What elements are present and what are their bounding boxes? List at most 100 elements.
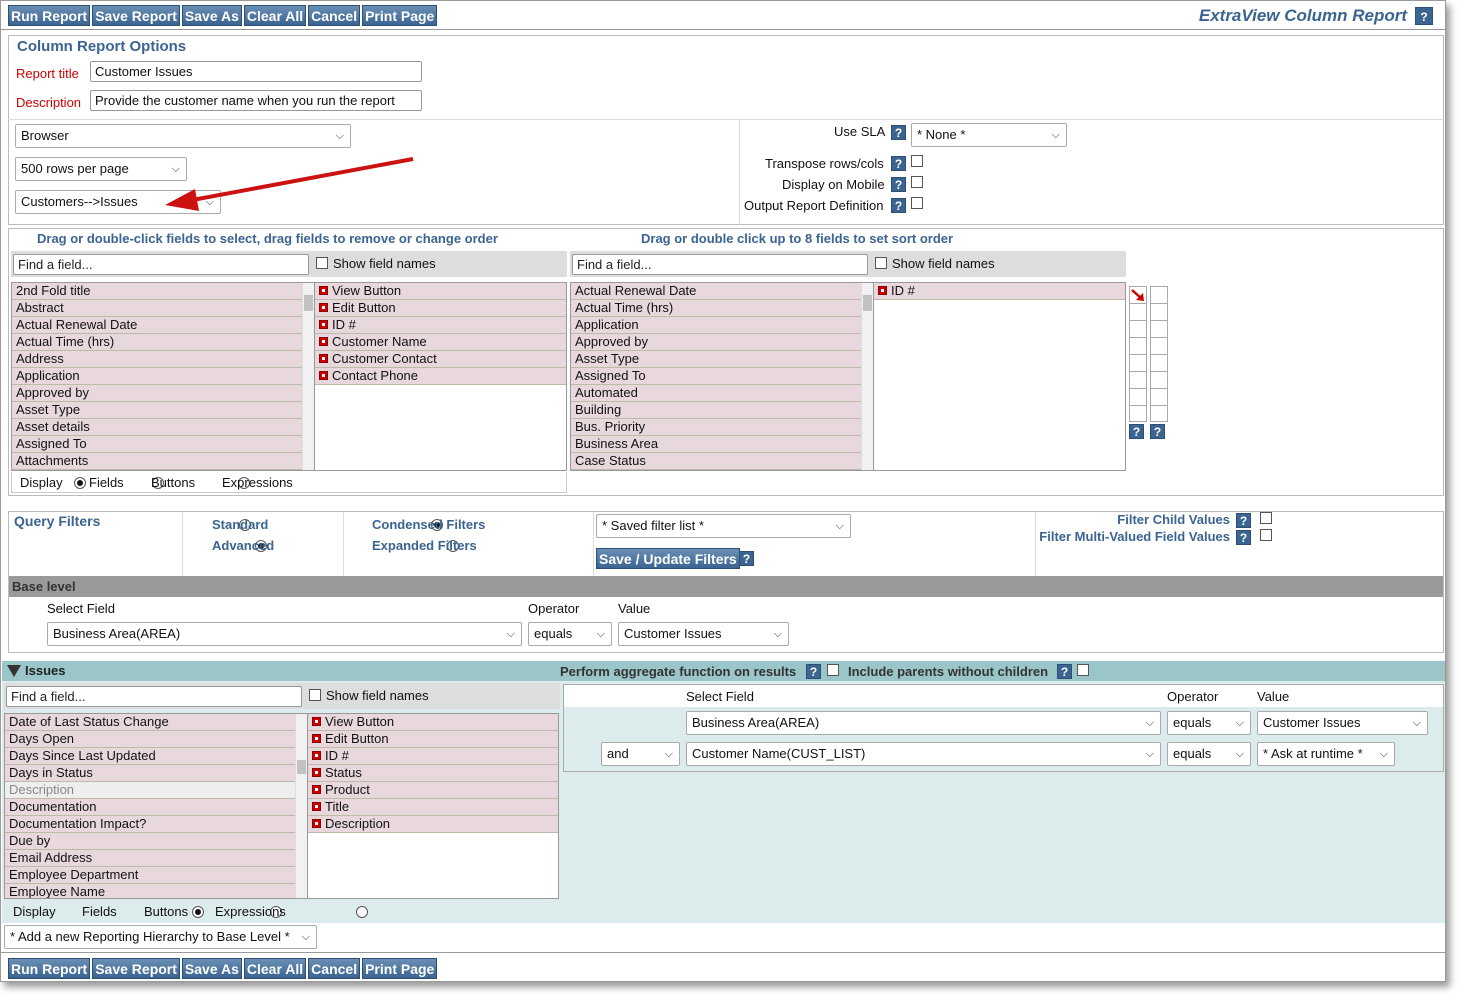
list-item[interactable]: Days Open <box>5 731 307 748</box>
save-filters-help-icon[interactable]: ? <box>739 551 754 566</box>
output-definition-checkbox[interactable] <box>911 197 923 209</box>
list-item[interactable]: 2nd Fold title <box>12 283 314 300</box>
remove-field-icon[interactable] <box>319 337 328 346</box>
issues-filter2-value-select[interactable]: * Ask at runtime * ⌵ <box>1257 742 1395 766</box>
report-title-input[interactable]: Customer Issues <box>90 61 422 82</box>
sort-selected-list[interactable]: ID # <box>873 282 1126 471</box>
remove-field-icon[interactable] <box>319 286 328 295</box>
base-filter-value-select[interactable]: Customer Issues ⌵ <box>618 622 789 646</box>
issues-show-field-names-checkbox[interactable] <box>309 689 321 701</box>
list-item[interactable]: Case Status <box>571 453 873 470</box>
scrollbar[interactable] <box>302 283 314 470</box>
scrollbar[interactable] <box>295 714 307 898</box>
show-field-names-checkbox[interactable] <box>316 257 328 269</box>
list-item[interactable]: Assigned To <box>12 436 314 453</box>
clear-all-button[interactable]: Clear All <box>243 5 307 26</box>
mobile-help-icon[interactable]: ? <box>891 177 906 192</box>
sort-group-column[interactable] <box>1150 286 1168 422</box>
list-item[interactable]: Edit Button <box>315 300 566 317</box>
save-report-button[interactable]: Save Report <box>92 958 180 979</box>
issues-filter2-field-select[interactable]: Customer Name(CUST_LIST) ⌵ <box>686 742 1161 766</box>
cancel-button[interactable]: Cancel <box>308 958 361 979</box>
base-filter-field-select[interactable]: Business Area(AREA) ⌵ <box>47 622 522 646</box>
remove-field-icon[interactable] <box>312 717 321 726</box>
add-hierarchy-select[interactable]: * Add a new Reporting Hierarchy to Base … <box>4 925 317 949</box>
sort-group-help-icon[interactable]: ? <box>1150 424 1165 439</box>
filter-multi-help-icon[interactable]: ? <box>1236 530 1251 545</box>
remove-field-icon[interactable] <box>312 802 321 811</box>
remove-field-icon[interactable] <box>878 286 887 295</box>
remove-field-icon[interactable] <box>319 320 328 329</box>
list-item[interactable]: Abstract <box>12 300 314 317</box>
list-item[interactable]: Approved by <box>12 385 314 402</box>
list-item[interactable]: Documentation <box>5 799 307 816</box>
list-item[interactable]: Status <box>308 765 558 782</box>
remove-field-icon[interactable] <box>319 371 328 380</box>
include-parents-help-icon[interactable]: ? <box>1057 664 1072 679</box>
run-report-button[interactable]: Run Report <box>8 5 91 26</box>
list-item[interactable]: Actual Renewal Date <box>571 283 873 300</box>
issues-display-fields-radio[interactable] <box>192 906 204 918</box>
list-item[interactable]: Days Since Last Updated <box>5 748 307 765</box>
sort-descending-arrow-icon[interactable] <box>1131 289 1145 301</box>
issues-available-list[interactable]: Date of Last Status Change Days Open Days … <box>4 713 308 899</box>
save-as-button[interactable]: Save As <box>181 958 242 979</box>
list-item[interactable]: ID # <box>874 283 1125 300</box>
list-item[interactable]: Application <box>12 368 314 385</box>
include-parents-checkbox[interactable] <box>1077 664 1089 676</box>
list-item[interactable]: ID # <box>315 317 566 334</box>
issues-filter1-field-select[interactable]: Business Area(AREA) ⌵ <box>686 711 1161 735</box>
aggregate-help-icon[interactable]: ? <box>806 664 821 679</box>
save-report-button[interactable]: Save Report <box>92 5 180 26</box>
cancel-button[interactable]: Cancel <box>308 5 361 26</box>
scrollbar[interactable] <box>861 283 873 470</box>
transpose-help-icon[interactable]: ? <box>891 156 906 171</box>
list-item[interactable]: Email Address <box>5 850 307 867</box>
selected-fields-list[interactable]: View Button Edit Button ID # Customer Name C… <box>314 282 567 471</box>
remove-field-icon[interactable] <box>312 785 321 794</box>
list-item[interactable]: Documentation Impact? <box>5 816 307 833</box>
list-item[interactable]: Customer Name <box>315 334 566 351</box>
transpose-checkbox[interactable] <box>911 155 923 167</box>
sla-help-icon[interactable]: ? <box>891 125 906 140</box>
output-format-select[interactable]: Browser ⌵ <box>15 124 351 148</box>
list-item[interactable]: Actual Time (hrs) <box>12 334 314 351</box>
issues-filter2-operator-select[interactable]: equals ⌵ <box>1167 742 1251 766</box>
list-item[interactable]: Automated <box>571 385 873 402</box>
run-report-button[interactable]: Run Report <box>8 958 91 979</box>
description-input[interactable]: Provide the customer name when you run t… <box>90 90 422 111</box>
print-page-button[interactable]: Print Page <box>362 958 438 979</box>
filter-child-checkbox[interactable] <box>1260 512 1272 524</box>
saved-filter-select[interactable]: * Saved filter list * ⌵ <box>596 514 851 538</box>
list-item[interactable]: Employee Department <box>5 867 307 884</box>
filter-child-help-icon[interactable]: ? <box>1236 513 1251 528</box>
list-item[interactable]: Actual Time (hrs) <box>571 300 873 317</box>
filter-multi-checkbox[interactable] <box>1260 529 1272 541</box>
list-item[interactable]: Address <box>12 351 314 368</box>
list-item[interactable]: Customer Contact <box>315 351 566 368</box>
page-help-icon[interactable]: ? <box>1415 7 1433 25</box>
base-filter-operator-select[interactable]: equals ⌵ <box>528 622 612 646</box>
list-item[interactable]: Employee Name <box>5 884 307 898</box>
list-item[interactable]: Asset Type <box>571 351 873 368</box>
list-item[interactable]: Attachments <box>12 453 314 470</box>
list-item[interactable]: Building <box>571 402 873 419</box>
list-item[interactable]: Actual Renewal Date <box>12 317 314 334</box>
list-item[interactable]: Due by <box>5 833 307 850</box>
list-item[interactable]: Asset Type <box>12 402 314 419</box>
sort-find-field-input[interactable]: Find a field... <box>572 254 868 275</box>
list-item[interactable]: Date of Last Status Change <box>5 714 307 731</box>
collapse-triangle-icon[interactable] <box>7 665 21 677</box>
list-item[interactable]: Bus. Priority <box>571 419 873 436</box>
remove-field-icon[interactable] <box>319 303 328 312</box>
print-page-button[interactable]: Print Page <box>362 5 438 26</box>
issues-selected-list[interactable]: View Button Edit Button ID # Status Product T… <box>307 713 559 899</box>
list-item[interactable]: Contact Phone <box>315 368 566 385</box>
output-definition-help-icon[interactable]: ? <box>891 198 906 213</box>
list-item[interactable]: Business Area <box>571 436 873 453</box>
save-as-button[interactable]: Save As <box>181 5 242 26</box>
sort-direction-help-icon[interactable]: ? <box>1129 424 1144 439</box>
issues-filter2-conjunction-select[interactable]: and ⌵ <box>601 742 680 766</box>
list-item[interactable]: Description <box>308 816 558 833</box>
list-item[interactable]: Approved by <box>571 334 873 351</box>
